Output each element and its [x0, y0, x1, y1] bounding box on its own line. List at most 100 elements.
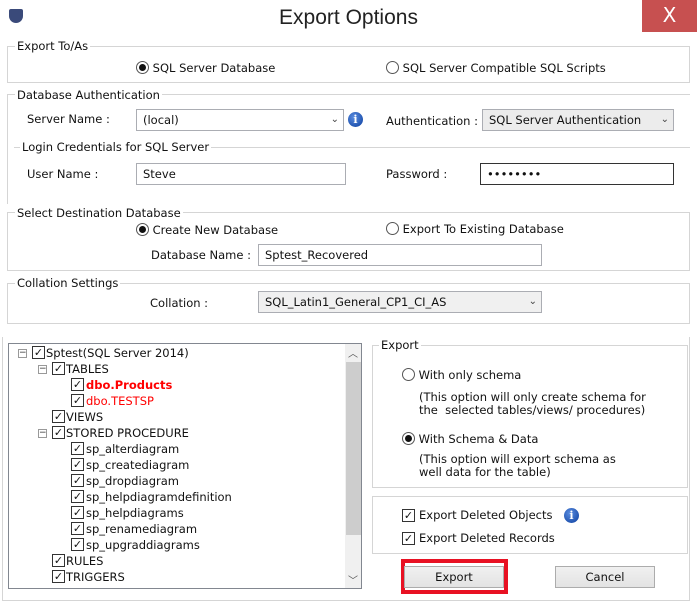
- tree-item[interactable]: ✓ dbo.TESTSP: [9, 393, 345, 409]
- scrollbar-thumb[interactable]: [346, 362, 361, 535]
- export-legend: Export: [379, 338, 421, 352]
- tree-item-label: STORED PROCEDURE: [66, 426, 189, 440]
- radio-sql-scripts[interactable]: SQL Server Compatible SQL Scripts: [386, 61, 606, 75]
- export-to-legend: Export To/As: [15, 39, 91, 53]
- export-deleted-records-label: Export Deleted Records: [419, 531, 555, 545]
- radio-icon: [136, 223, 149, 236]
- tree-item-label: RULES: [66, 554, 104, 568]
- radio-create-new-database[interactable]: Create New Database: [136, 223, 278, 237]
- radio-label: Create New Database: [152, 223, 279, 237]
- user-name-label: User Name :: [27, 167, 99, 181]
- radio-schema-and-data[interactable]: With Schema & Data: [402, 432, 538, 446]
- radio-icon: [402, 368, 415, 381]
- tree-item[interactable]: ✓ sp_dropdiagram: [9, 473, 345, 489]
- tree-item[interactable]: ✓ sp_alterdiagram: [9, 441, 345, 457]
- tree-item[interactable]: ✓ RULES: [9, 553, 345, 569]
- password-label: Password :: [386, 167, 448, 181]
- tree-checkbox[interactable]: ✓: [71, 394, 84, 407]
- tree-item-label: VIEWS: [66, 410, 104, 424]
- tree-checkbox[interactable]: ✓: [71, 490, 84, 503]
- tree-item[interactable]: ✓ sp_creatediagram: [9, 457, 345, 473]
- server-name-label: Server Name :: [27, 112, 110, 126]
- tree-item-label: sp_helpdiagramdefinition: [86, 490, 232, 504]
- schema-data-desc-1: (This option will export schema as: [419, 452, 616, 466]
- cancel-button[interactable]: Cancel: [555, 566, 655, 588]
- tree-item[interactable]: ✓ TRIGGERS: [9, 569, 345, 585]
- radio-label: SQL Server Compatible SQL Scripts: [402, 61, 606, 75]
- tree-checkbox[interactable]: ✓: [52, 570, 65, 583]
- server-name-value: (local): [143, 113, 179, 127]
- database-name-input[interactable]: Sptest_Recovered: [258, 244, 542, 266]
- tree-item[interactable]: − ✓ TABLES: [9, 361, 345, 377]
- tree-item[interactable]: − ✓ STORED PROCEDURE: [9, 425, 345, 441]
- user-name-input[interactable]: Steve: [136, 163, 346, 185]
- tree-item-label: sp_upgraddiagrams: [86, 538, 200, 552]
- export-deleted-records-checkbox[interactable]: ✓: [402, 532, 415, 545]
- tree-item-label: TABLES: [66, 362, 109, 376]
- info-icon[interactable]: i: [564, 508, 579, 523]
- authentication-label: Authentication :: [386, 114, 478, 128]
- tree-item-label: sp_alterdiagram: [86, 442, 180, 456]
- collation-combo[interactable]: SQL_Latin1_General_CP1_CI_AS ⌄: [258, 291, 542, 313]
- radio-label: Export To Existing Database: [402, 222, 564, 236]
- tree-checkbox[interactable]: ✓: [71, 506, 84, 519]
- tree-item-label: Sptest(SQL Server 2014): [46, 346, 189, 360]
- collapse-icon[interactable]: −: [38, 429, 47, 438]
- authentication-value: SQL Server Authentication: [489, 113, 642, 127]
- chevron-down-icon: ⌄: [660, 114, 669, 125]
- tree-item[interactable]: ✓ sp_helpdiagramdefinition: [9, 489, 345, 505]
- schema-only-desc-2: the selected tables/views/ procedures): [419, 403, 646, 417]
- authentication-combo[interactable]: SQL Server Authentication ⌄: [482, 109, 674, 131]
- tree-checkbox[interactable]: ✓: [71, 538, 84, 551]
- tree-item[interactable]: ✓ VIEWS: [9, 409, 345, 425]
- radio-icon: [136, 61, 149, 74]
- radio-label: With only schema: [418, 368, 522, 382]
- radio-sql-server-database[interactable]: SQL Server Database: [136, 61, 275, 75]
- collapse-icon[interactable]: −: [38, 365, 47, 374]
- tree-checkbox[interactable]: ✓: [32, 346, 45, 359]
- radio-label: SQL Server Database: [152, 61, 276, 75]
- tree-item[interactable]: − ✓ Sptest(SQL Server 2014): [9, 345, 345, 361]
- export-button[interactable]: Export: [404, 566, 504, 588]
- server-name-combo[interactable]: (local) ⌄: [136, 109, 344, 131]
- collapse-icon[interactable]: −: [18, 349, 27, 358]
- tree-item[interactable]: ✓ sp_upgraddiagrams: [9, 537, 345, 553]
- schema-data-desc-2: well data for the table): [419, 465, 551, 479]
- tree-checkbox[interactable]: ✓: [71, 442, 84, 455]
- object-tree[interactable]: − ✓ Sptest(SQL Server 2014) − ✓ TABLES ✓ dbo.Pr…: [8, 343, 362, 589]
- tree-item-label: sp_renamediagram: [86, 522, 198, 536]
- radio-schema-only[interactable]: With only schema: [402, 368, 521, 382]
- password-input[interactable]: ••••••••: [480, 163, 674, 185]
- schema-only-desc-1: (This option will only create schema for: [419, 390, 646, 404]
- chevron-down-icon: ⌄: [528, 296, 537, 307]
- tree-item[interactable]: ✓ sp_renamediagram: [9, 521, 345, 537]
- tree-checkbox[interactable]: ✓: [52, 410, 65, 423]
- scroll-up-icon[interactable]: ︿: [348, 345, 358, 360]
- scroll-down-icon[interactable]: ﹀: [348, 572, 358, 587]
- tree-item[interactable]: ✓ dbo.Products: [9, 377, 345, 393]
- auth-legend: Database Authentication: [15, 88, 162, 102]
- tree-checkbox[interactable]: ✓: [71, 458, 84, 471]
- radio-icon: [386, 222, 399, 235]
- tree-item-label: sp_dropdiagram: [86, 474, 179, 488]
- radio-label: With Schema & Data: [418, 432, 539, 446]
- export-deleted-objects-checkbox[interactable]: ✓: [402, 509, 415, 522]
- tree-checkbox[interactable]: ✓: [71, 378, 84, 391]
- tree-checkbox[interactable]: ✓: [71, 474, 84, 487]
- collation-label: Collation :: [150, 296, 209, 310]
- login-legend: Login Credentials for SQL Server: [20, 140, 212, 154]
- deleted-options-group: [372, 496, 688, 554]
- export-deleted-objects-label: Export Deleted Objects: [419, 508, 553, 522]
- tree-item-label: sp_creatediagram: [86, 458, 190, 472]
- tree-item-label: dbo.TESTSP: [86, 394, 154, 408]
- radio-export-existing-database[interactable]: Export To Existing Database: [386, 222, 564, 236]
- info-icon[interactable]: i: [348, 112, 363, 127]
- tree-checkbox[interactable]: ✓: [52, 426, 65, 439]
- tree-checkbox[interactable]: ✓: [52, 362, 65, 375]
- tree-item[interactable]: ✓ sp_helpdiagrams: [9, 505, 345, 521]
- close-button[interactable]: X: [642, 0, 697, 32]
- tree-item-label: dbo.Products: [86, 378, 173, 392]
- tree-checkbox[interactable]: ✓: [52, 554, 65, 567]
- radio-icon: [386, 61, 399, 74]
- tree-checkbox[interactable]: ✓: [71, 522, 84, 535]
